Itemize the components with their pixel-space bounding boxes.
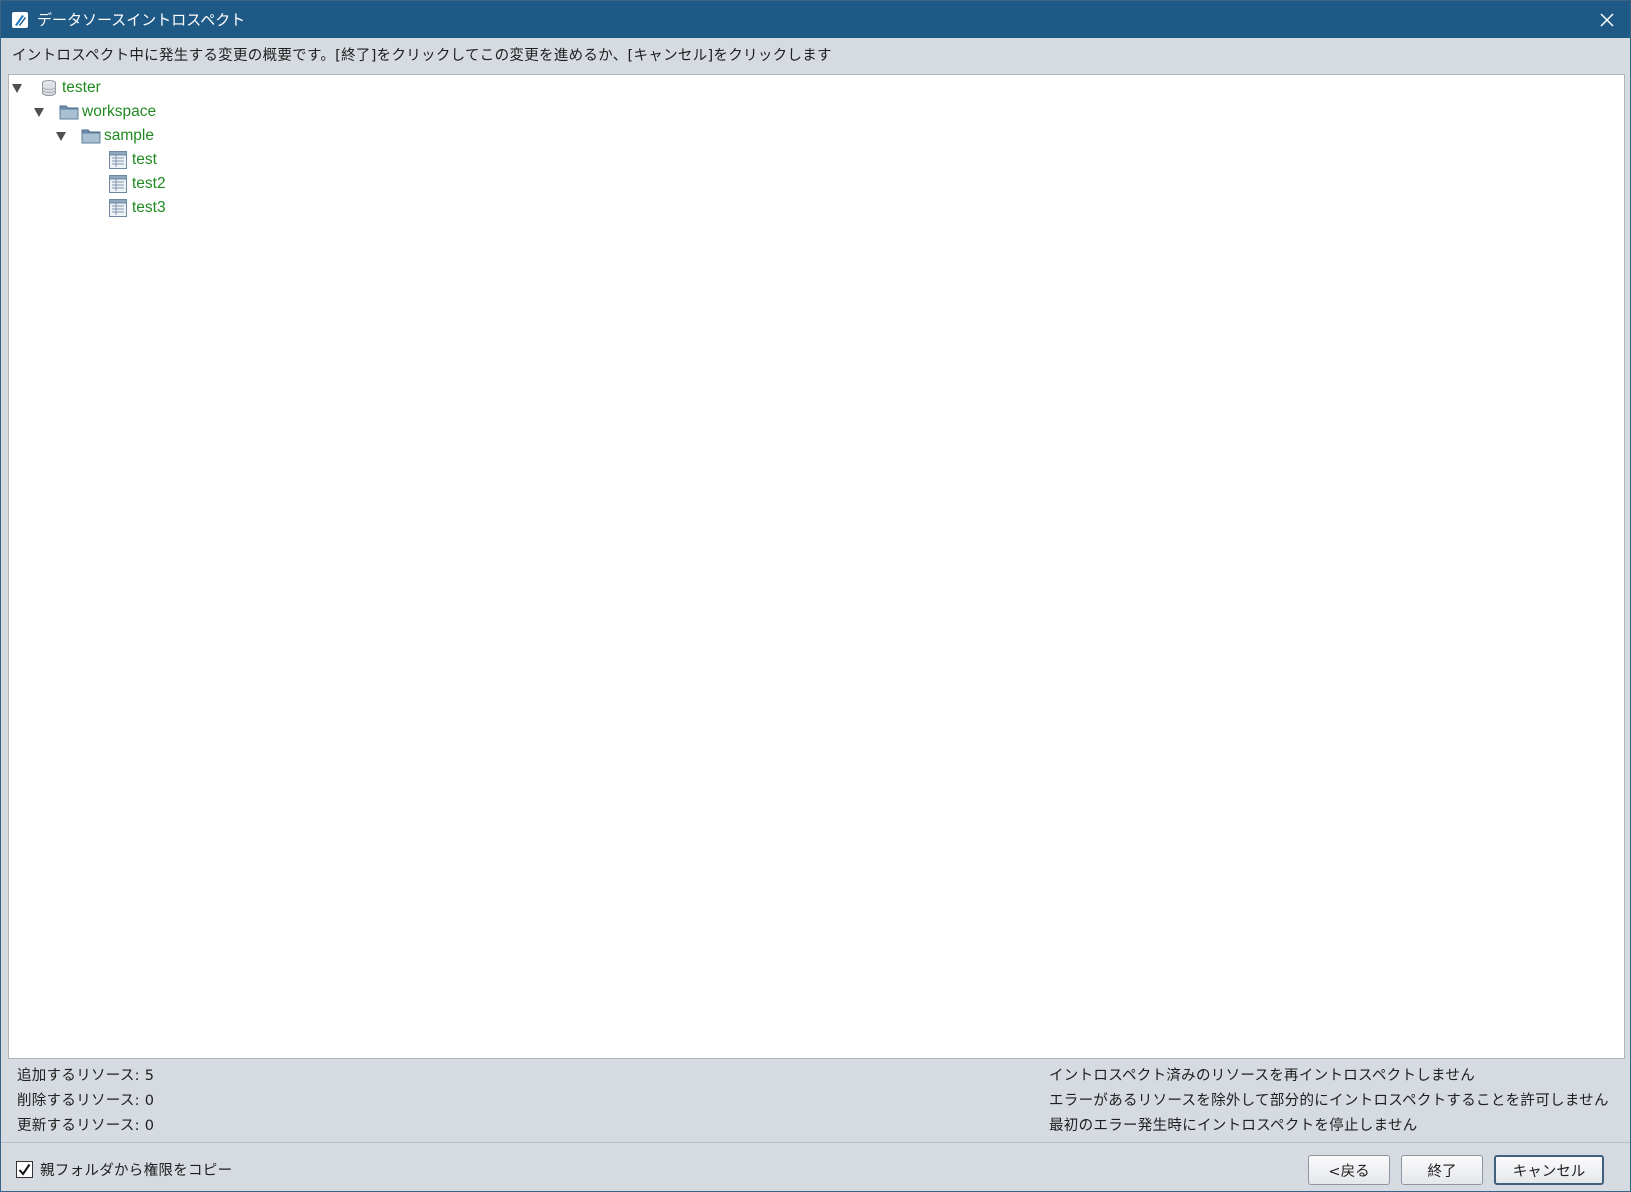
option-partial: エラーがあるリソースを除外して部分的にイントロスペクトすることを許可しません [1049,1093,1609,1109]
expand-toggle-icon[interactable] [33,106,45,118]
tree-node-test3[interactable]: test3 [109,197,166,219]
resource-tree[interactable]: tester workspace sample test test2 test3 [8,74,1625,1059]
tree-node-tester[interactable]: tester [11,77,101,99]
tree-node-workspace[interactable]: workspace [33,101,156,123]
tree-node-label[interactable]: test2 [132,175,166,193]
finish-button[interactable]: 終了 [1401,1155,1483,1185]
update-count: 更新するリソース: 0 [17,1118,155,1134]
title-bar[interactable]: データソースイントロスペクト [1,1,1630,38]
close-button[interactable] [1592,5,1622,35]
footer-divider [1,1142,1630,1143]
introspection-options: イントロスペクト済みのリソースを再イントロスペクトしません エラーがあるリソース… [1049,1064,1609,1139]
introspection-dialog: データソースイントロスペクト イントロスペクト中に発生する変更の概要です。[終了… [0,0,1631,1192]
dialog-description: イントロスペクト中に発生する変更の概要です。[終了]をクリックしてこの変更を進め… [12,48,832,64]
cancel-button[interactable]: キャンセル [1494,1155,1604,1185]
tree-node-test[interactable]: test [109,149,157,171]
copy-permissions-option[interactable]: 親フォルダから権限をコピー [16,1159,232,1180]
window-title: データソースイントロスペクト [37,11,246,29]
close-icon [1600,13,1614,27]
expand-toggle-icon[interactable] [55,130,67,142]
copy-permissions-label: 親フォルダから権限をコピー [40,1163,233,1179]
tree-node-test2[interactable]: test2 [109,173,166,195]
table-icon [109,199,127,217]
option-stop-on-error: 最初のエラー発生時にイントロスペクトを停止しません [1049,1118,1418,1134]
tree-node-label[interactable]: test [132,151,157,169]
table-icon [109,151,127,169]
tree-node-label[interactable]: tester [62,79,101,97]
delete-count: 削除するリソース: 0 [17,1093,155,1109]
checkmark-icon [18,1163,31,1176]
tree-node-sample[interactable]: sample [55,125,154,147]
tree-node-label[interactable]: workspace [82,103,156,121]
copy-permissions-checkbox[interactable] [16,1161,33,1178]
folder-icon [81,128,101,144]
folder-icon [59,104,79,120]
tree-node-label[interactable]: sample [104,127,154,145]
tree-node-label[interactable]: test3 [132,199,166,217]
option-reintrospect: イントロスペクト済みのリソースを再イントロスペクトしません [1049,1068,1476,1084]
app-logo-icon [12,11,28,28]
add-count: 追加するリソース: 5 [17,1068,155,1084]
back-button[interactable]: <戻る [1308,1155,1390,1185]
resource-counts: 追加するリソース: 5 削除するリソース: 0 更新するリソース: 0 [17,1064,154,1139]
database-icon [41,79,57,97]
expand-toggle-icon[interactable] [11,82,23,94]
table-icon [109,175,127,193]
